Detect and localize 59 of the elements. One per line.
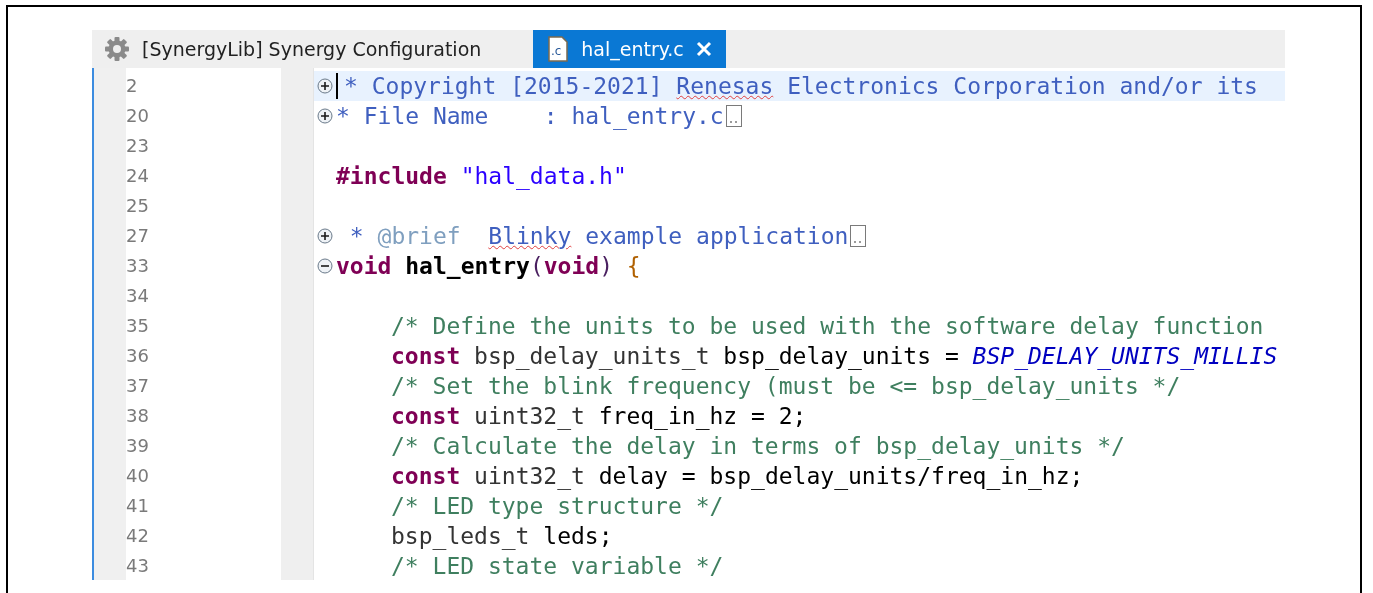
gear-icon xyxy=(104,36,130,62)
code-text: BSP_DELAY_UNITS_MILLIS xyxy=(972,343,1278,369)
line-number: 34 xyxy=(126,284,150,308)
code-text: bsp_delay_units_t xyxy=(473,343,711,369)
code-text: const xyxy=(391,343,461,369)
code-text: delay = bsp_delay_units/freq_in_hz; xyxy=(598,463,1084,489)
line-number: 23 xyxy=(126,134,150,158)
line-number: 27 xyxy=(126,224,150,248)
code-text: * xyxy=(348,223,365,249)
editor-tab[interactable]: .c hal_entry.c xyxy=(533,30,726,68)
line-number: 36 xyxy=(126,344,150,368)
code-text: /* LED state variable */ xyxy=(391,553,724,579)
expand-icon[interactable] xyxy=(317,78,333,94)
close-icon[interactable] xyxy=(695,41,712,57)
expand-icon[interactable] xyxy=(317,228,333,244)
c-file-icon: .c xyxy=(547,36,570,62)
code-text: Blinky xyxy=(488,223,572,249)
line-number: 33 xyxy=(126,254,150,278)
line-number: 24 xyxy=(126,164,150,188)
code-text: /* Define the units to be used with the software delay function xyxy=(391,313,1264,339)
code-text: * File Name : hal_entry.c xyxy=(336,103,724,129)
code-text: uint32_t xyxy=(473,463,586,489)
line-number: 42 xyxy=(126,524,150,548)
line-number: 38 xyxy=(126,404,150,428)
code-text: hal_entry xyxy=(405,253,530,279)
code-text: #include xyxy=(336,163,448,189)
code-text: leds; xyxy=(543,523,613,549)
editor-tab[interactable]: [SynergyLib] Synergy Configuration xyxy=(102,30,494,68)
line-number: 43 xyxy=(126,554,150,578)
code-text: void xyxy=(336,253,393,279)
code-text: { xyxy=(626,253,641,279)
code-text: uint32_t xyxy=(473,403,586,429)
line-number: 37 xyxy=(126,374,150,398)
code-text: bsp_leds_t xyxy=(391,523,531,549)
code-text: * Copyright [2015-2021] xyxy=(344,73,664,99)
code-text: "hal_data.h" xyxy=(460,163,627,189)
code-text: const xyxy=(391,463,461,489)
code-text: /* Calculate the delay in terms of bsp_delay_units */ xyxy=(391,433,1125,459)
line-number: 40 xyxy=(126,464,150,488)
line-number: 35 xyxy=(126,314,150,338)
code-text: const xyxy=(391,403,461,429)
line-number: 2 xyxy=(126,74,139,98)
line-number: 20 xyxy=(126,104,150,128)
code-text: /* LED type structure */ xyxy=(391,493,724,519)
code-text: ( xyxy=(529,253,544,279)
code-text: bsp_delay_units = xyxy=(723,343,960,369)
code-text: void xyxy=(543,253,600,279)
collapse-icon[interactable] xyxy=(317,258,333,274)
code-text: @brief xyxy=(377,223,462,249)
code-text: Electronics Corporation and/or its xyxy=(786,73,1258,99)
expand-icon[interactable] xyxy=(317,108,333,124)
line-number: 39 xyxy=(126,434,150,458)
line-number: 25 xyxy=(126,194,150,218)
code-text: ) xyxy=(599,253,614,279)
code-text: /* Set the blink frequency (must be <= bsp_delay_units */ xyxy=(391,373,1181,399)
code-text: example application xyxy=(584,223,849,249)
code-text: Renesas xyxy=(676,73,774,99)
code-text: freq_in_hz = 2; xyxy=(598,403,807,429)
line-number: 41 xyxy=(126,494,150,518)
